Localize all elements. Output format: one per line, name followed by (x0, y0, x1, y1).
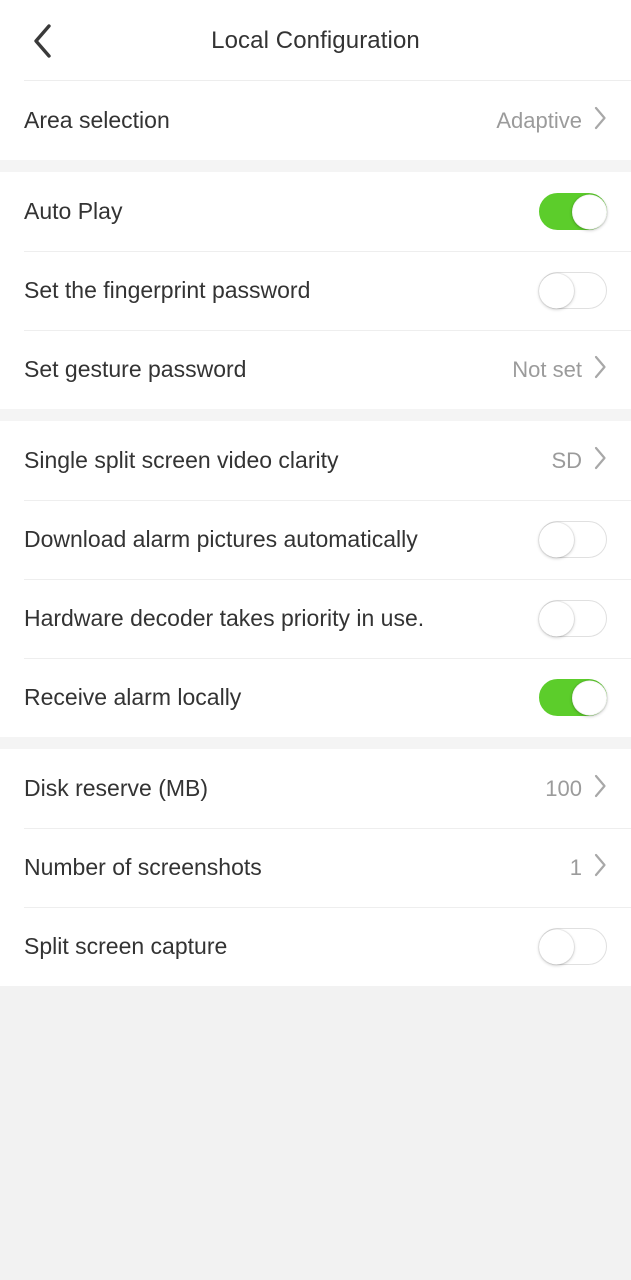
settings-row-label: Disk reserve (MB) (24, 774, 209, 801)
toggle-switch[interactable] (539, 521, 607, 558)
chevron-right-icon (594, 774, 607, 803)
settings-row[interactable]: Auto Play (0, 172, 631, 251)
toggle-knob (572, 194, 607, 229)
section-divider (0, 160, 631, 172)
section-divider (0, 409, 631, 421)
settings-row[interactable]: Number of screenshots 1 (0, 828, 631, 907)
settings-row[interactable]: Split screen capture (0, 907, 631, 986)
settings-row-accessory: Not set (512, 355, 607, 384)
settings-row-accessory (539, 193, 607, 230)
settings-row[interactable]: Set the fingerprint password (0, 251, 631, 330)
settings-row-value: Adaptive (496, 107, 582, 133)
page-title: Local Configuration (211, 27, 420, 54)
section-divider (0, 737, 631, 749)
settings-row-label: Set the fingerprint password (24, 276, 311, 303)
settings-group: Auto Play Set the fingerprint password Set… (0, 172, 631, 409)
settings-row-label: Area selection (24, 106, 170, 133)
app-header: Local Configuration (0, 0, 631, 81)
toggle-switch[interactable] (539, 193, 607, 230)
chevron-right-icon (594, 446, 607, 475)
chevron-right-icon (594, 853, 607, 882)
settings-row-value: 100 (545, 775, 582, 801)
settings-row[interactable]: Area selection Adaptive (0, 81, 631, 160)
settings-row-accessory (539, 600, 607, 637)
settings-list: Area selection Adaptive Auto Play Set the f… (0, 81, 631, 986)
settings-row-accessory (539, 521, 607, 558)
settings-row-label: Set gesture password (24, 355, 247, 382)
settings-group: Single split screen video clarity SD Downl… (0, 421, 631, 737)
settings-row-label: Auto Play (24, 197, 123, 224)
settings-row-accessory: SD (551, 446, 607, 475)
settings-row[interactable]: Single split screen video clarity SD (0, 421, 631, 500)
settings-row-accessory: 100 (545, 774, 607, 803)
settings-row-accessory (539, 679, 607, 716)
local-configuration-screen: Local Configuration Area selection Adapti… (0, 0, 631, 1280)
chevron-right-icon (594, 106, 607, 135)
toggle-switch[interactable] (539, 272, 607, 309)
settings-row-accessory: 1 (570, 853, 607, 882)
settings-row[interactable]: Hardware decoder takes priority in use. (0, 579, 631, 658)
settings-row[interactable]: Download alarm pictures automatically (0, 500, 631, 579)
chevron-left-icon (30, 21, 54, 61)
settings-row[interactable]: Receive alarm locally (0, 658, 631, 737)
settings-group: Area selection Adaptive (0, 81, 631, 160)
settings-row-accessory (539, 928, 607, 965)
back-button[interactable] (10, 9, 74, 73)
toggle-knob (539, 273, 574, 308)
chevron-right-icon (594, 355, 607, 384)
settings-row-label: Split screen capture (24, 932, 228, 959)
toggle-switch[interactable] (539, 679, 607, 716)
settings-row-label: Download alarm pictures automatically (24, 525, 418, 552)
settings-row[interactable]: Disk reserve (MB) 100 (0, 749, 631, 828)
toggle-switch[interactable] (539, 928, 607, 965)
settings-row-label: Receive alarm locally (24, 683, 242, 710)
settings-row[interactable]: Set gesture password Not set (0, 330, 631, 409)
settings-row-label: Single split screen video clarity (24, 446, 339, 473)
toggle-switch[interactable] (539, 600, 607, 637)
toggle-knob (539, 929, 574, 964)
toggle-knob (539, 522, 574, 557)
settings-row-accessory (539, 272, 607, 309)
settings-row-value: SD (551, 447, 582, 473)
toggle-knob (539, 601, 574, 636)
settings-row-value: Not set (512, 356, 582, 382)
settings-group: Disk reserve (MB) 100 Number of screenshot… (0, 749, 631, 986)
settings-row-label: Hardware decoder takes priority in use. (24, 604, 425, 631)
settings-row-label: Number of screenshots (24, 853, 262, 880)
empty-area (0, 986, 631, 1280)
settings-row-value: 1 (569, 854, 582, 880)
toggle-knob (572, 680, 607, 715)
settings-row-accessory: Adaptive (496, 106, 607, 135)
